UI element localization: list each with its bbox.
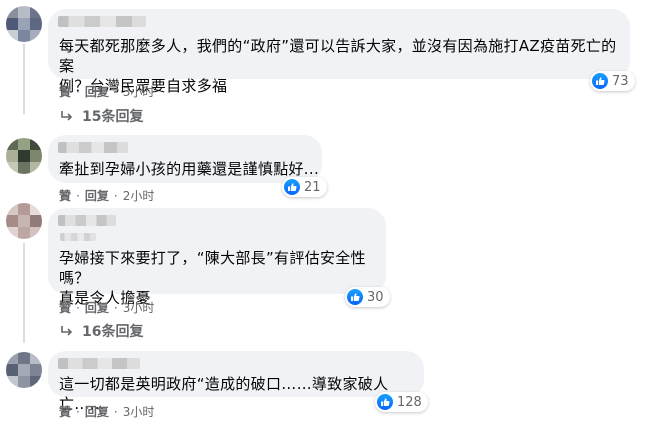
comment-bubble: 這一切都是英明政府“造成的破口……導致家破人亡……	[48, 351, 424, 413]
reaction-summary[interactable]: 30	[345, 287, 390, 307]
reaction-summary[interactable]: 21	[282, 177, 327, 197]
reply-arrow-icon	[61, 326, 73, 336]
separator: ·	[76, 84, 80, 99]
timestamp[interactable]: 3小时	[123, 299, 155, 316]
avatar[interactable]	[6, 203, 42, 239]
replies-count: 16条回复	[82, 324, 144, 340]
comment-actions: 贊 · 回复 · 3小时	[59, 403, 154, 420]
timestamp[interactable]: 2小时	[123, 187, 155, 204]
reply-arrow-icon	[61, 111, 73, 121]
comment-bubble: 孕婦接下來要打了，“陳大部長”有評估安全性嗎？ 真是令人擔憂	[48, 208, 386, 307]
reaction-count: 73	[612, 73, 629, 89]
separator: ·	[113, 188, 118, 203]
avatar[interactable]	[6, 6, 42, 42]
avatar[interactable]	[6, 138, 42, 174]
thread-line	[23, 243, 25, 343]
reaction-count: 128	[397, 394, 422, 410]
avatar[interactable]	[6, 352, 42, 388]
comment-actions: 贊 · 回复 · 3小时	[59, 83, 154, 100]
author-name-secondary	[60, 233, 96, 241]
like-button[interactable]: 贊	[59, 187, 71, 204]
author-name[interactable]	[58, 215, 116, 226]
thread-line	[23, 44, 25, 114]
author-name[interactable]	[58, 358, 140, 369]
thumbs-up-icon	[347, 289, 363, 305]
separator: ·	[113, 84, 118, 99]
comment: 這一切都是英明政府“造成的破口……導致家破人亡…… 128 贊 · 回复 · 3…	[0, 346, 648, 426]
reaction-summary[interactable]: 73	[590, 71, 635, 91]
reaction-count: 21	[304, 179, 321, 195]
reply-button[interactable]: 回复	[85, 299, 109, 316]
separator: ·	[76, 188, 80, 203]
reaction-summary[interactable]: 128	[375, 392, 428, 412]
comment: 牽扯到孕婦小孩的用藥還是謹慎點好... 21 贊 · 回复 · 2小时	[0, 130, 648, 204]
reaction-count: 30	[367, 289, 384, 305]
separator: ·	[113, 300, 118, 315]
comment: 孕婦接下來要打了，“陳大部長”有評估安全性嗎？ 真是令人擔憂 30 贊 · 回复…	[0, 203, 648, 343]
comment: 每天都死那麼多人，我們的“政府”還可以告訴大家，並沒有因為施打AZ疫苗死亡的案 …	[0, 0, 648, 128]
reply-button[interactable]: 回复	[85, 187, 109, 204]
thumbs-up-icon	[592, 73, 608, 89]
like-button[interactable]: 贊	[59, 83, 71, 100]
comment-bubble: 牽扯到孕婦小孩的用藥還是謹慎點好...	[48, 135, 322, 183]
comment-actions: 贊 · 回复 · 2小时	[59, 187, 154, 204]
separator: ·	[113, 404, 118, 419]
view-replies-button[interactable]: 16条回复	[60, 321, 143, 341]
thumbs-up-icon	[377, 394, 393, 410]
timestamp[interactable]: 3小时	[123, 83, 155, 100]
view-replies-button[interactable]: 15条回复	[60, 106, 143, 126]
author-name[interactable]	[58, 142, 128, 153]
timestamp[interactable]: 3小时	[123, 403, 155, 420]
replies-count: 15条回复	[82, 109, 144, 125]
like-button[interactable]: 贊	[59, 403, 71, 420]
comment-text: 牽扯到孕婦小孩的用藥還是謹慎點好...	[59, 160, 320, 178]
separator: ·	[76, 404, 80, 419]
author-name[interactable]	[58, 16, 146, 27]
like-button[interactable]: 贊	[59, 299, 71, 316]
separator: ·	[76, 300, 80, 315]
comment-bubble: 每天都死那麼多人，我們的“政府”還可以告訴大家，並沒有因為施打AZ疫苗死亡的案 …	[48, 9, 630, 95]
reply-button[interactable]: 回复	[85, 403, 109, 420]
comment-actions: 贊 · 回复 · 3小时	[59, 299, 154, 316]
reply-button[interactable]: 回复	[85, 83, 109, 100]
thumbs-up-icon	[284, 179, 300, 195]
